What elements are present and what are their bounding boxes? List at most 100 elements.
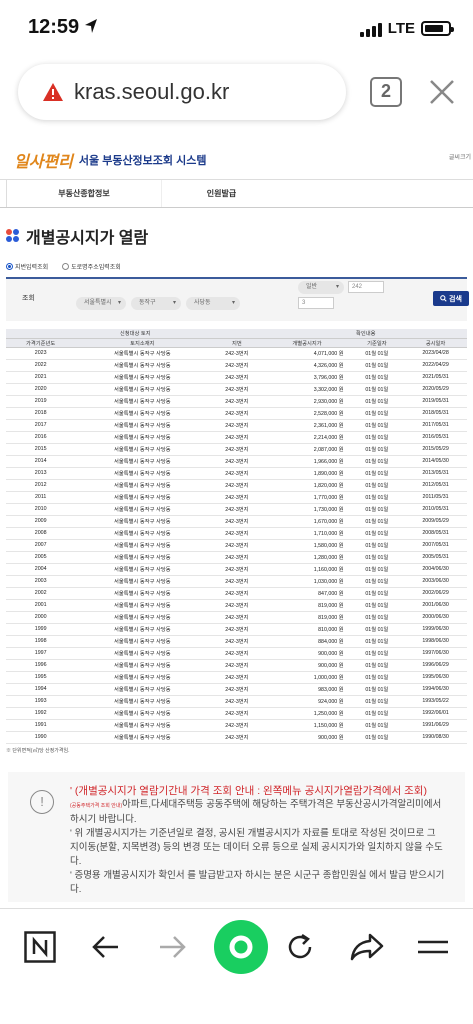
cell-jibun: 242-3번지 xyxy=(209,455,265,468)
group-header-land: 신청대상 토지 xyxy=(6,329,265,339)
district-select[interactable]: 동작구 xyxy=(131,297,181,310)
cell-jibun: 242-3번지 xyxy=(209,443,265,456)
cell-jibun: 242-3번지 xyxy=(209,623,265,636)
cell-location: 서울특별시 동작구 사당동 xyxy=(75,707,210,720)
search-button[interactable]: 검색 xyxy=(433,291,469,306)
cell-year: 2018 xyxy=(6,407,76,420)
cell-notice-date: 1990/08/30 xyxy=(404,731,467,744)
cell-year: 2009 xyxy=(6,515,76,528)
cell-year: 2015 xyxy=(6,443,76,456)
cell-base-date: 01월 01일 xyxy=(349,551,405,564)
cell-jibun: 242-3번지 xyxy=(209,587,265,600)
search-icon xyxy=(440,295,447,302)
cell-location: 서울특별시 동작구 사당동 xyxy=(75,659,210,672)
table-row: 2019 서울특별시 동작구 사당동 242-3번지 2,930,000 원 01월 0… xyxy=(6,395,467,408)
cell-year: 2010 xyxy=(6,503,76,516)
notice-line: (공동주택가격 조회 안내)아파트,다세대주택등 공동주택에 해당하는 주택가격… xyxy=(70,798,442,810)
address-bar[interactable]: kras.seoul.go.kr xyxy=(18,64,346,120)
cell-price: 884,000 원 xyxy=(264,635,350,648)
tab-count-button[interactable]: 2 xyxy=(370,77,402,107)
cell-year: 2011 xyxy=(6,491,76,504)
table-row: 2002 서울특별시 동작구 사당동 242-3번지 847,000 원 01월 01일… xyxy=(6,587,467,600)
cell-notice-date: 2012/05/31 xyxy=(404,479,467,492)
table-row: 2022 서울특별시 동작구 사당동 242-3번지 4,326,000 원 01월 0… xyxy=(6,359,467,372)
cell-year: 2023 xyxy=(6,347,76,360)
cell-location: 서울특별시 동작구 사당동 xyxy=(75,623,210,636)
green-dot-icon[interactable] xyxy=(213,919,269,975)
table-row: 1994 서울특별시 동작구 사당동 242-3번지 983,000 원 01월 01일… xyxy=(6,683,467,696)
cell-jibun: 242-3번지 xyxy=(209,707,265,720)
font-size-link[interactable]: 글씨크기 xyxy=(449,152,471,161)
nav-document-issue[interactable]: 인원발급 xyxy=(161,180,281,207)
cell-jibun: 242-3번지 xyxy=(209,383,265,396)
cell-price: 1,966,000 원 xyxy=(264,455,350,468)
bun-input[interactable]: 242 xyxy=(348,281,384,293)
menu-icon[interactable] xyxy=(416,931,450,963)
cell-base-date: 01월 01일 xyxy=(349,479,405,492)
cell-jibun: 242-3번지 xyxy=(209,527,265,540)
land-type-select[interactable]: 일반 xyxy=(298,281,344,294)
table-row: 2010 서울특별시 동작구 사당동 242-3번지 1,730,000 원 01월 0… xyxy=(6,503,467,516)
location-arrow-icon xyxy=(85,19,97,33)
cell-jibun: 242-3번지 xyxy=(209,719,265,732)
table-row: 2004 서울특별시 동작구 사당동 242-3번지 1,160,000 원 01월 0… xyxy=(6,563,467,576)
cell-year: 1999 xyxy=(6,623,76,636)
cell-location: 서울특별시 동작구 사당동 xyxy=(75,551,210,564)
cell-base-date: 01월 01일 xyxy=(349,383,405,396)
naver-home-icon[interactable] xyxy=(24,931,56,963)
cell-price: 847,000 원 xyxy=(264,587,350,600)
table-row: 2008 서울특별시 동작구 사당동 242-3번지 1,710,000 원 01월 0… xyxy=(6,527,467,540)
cell-base-date: 01월 01일 xyxy=(349,623,405,636)
ji-input[interactable]: 3 xyxy=(298,297,334,309)
dong-select[interactable]: 사당동 xyxy=(186,297,240,310)
notice-line: ' 위 개별공시지가는 기준년일로 결정, 공시된 개별공시지가 자료를 토대로… xyxy=(70,827,436,839)
table-row: 2021 서울특별시 동작구 사당동 242-3번지 3,796,000 원 01월 0… xyxy=(6,371,467,384)
cell-year: 2021 xyxy=(6,371,76,384)
cell-price: 2,528,000 원 xyxy=(264,407,350,420)
cell-base-date: 01월 01일 xyxy=(349,527,405,540)
city-select[interactable]: 서울특별시 xyxy=(76,297,126,310)
table-row: 2014 서울특별시 동작구 사당동 242-3번지 1,966,000 원 01월 0… xyxy=(6,455,467,468)
site-logo[interactable]: 일사편리 xyxy=(14,148,73,172)
forward-arrow-icon[interactable] xyxy=(156,931,188,963)
cell-year: 2005 xyxy=(6,551,76,564)
search-panel: 조회 서울특별시 동작구 사당동 일반 242 3 검색 xyxy=(6,277,469,321)
back-arrow-icon[interactable] xyxy=(90,931,122,963)
cell-price: 1,820,000 원 xyxy=(264,479,350,492)
cell-location: 서울특별시 동작구 사당동 xyxy=(75,455,210,468)
cell-location: 서울특별시 동작구 사당동 xyxy=(75,359,210,372)
cell-base-date: 01월 01일 xyxy=(349,503,405,516)
cell-location: 서울특별시 동작구 사당동 xyxy=(75,383,210,396)
radio-jibun[interactable]: 지번입력조회 xyxy=(6,262,48,271)
cell-location: 서울특별시 동작구 사당동 xyxy=(75,599,210,612)
cell-notice-date: 1991/06/29 xyxy=(404,719,467,732)
share-icon[interactable] xyxy=(350,931,384,963)
nav-real-estate-info[interactable]: 부동산종합정보 xyxy=(6,180,161,207)
cell-base-date: 01월 01일 xyxy=(349,467,405,480)
cell-location: 서울특별시 동작구 사당동 xyxy=(75,695,210,708)
cell-year: 2022 xyxy=(6,359,76,372)
cell-notice-date: 2023/04/28 xyxy=(404,347,467,360)
cell-location: 서울특별시 동작구 사당동 xyxy=(75,683,210,696)
info-icon: ! xyxy=(30,789,54,814)
group-header-result: 확인내용 xyxy=(264,329,467,339)
cell-jibun: 242-3번지 xyxy=(209,347,265,360)
cell-notice-date: 2008/05/31 xyxy=(404,527,467,540)
cell-notice-date: 2018/05/31 xyxy=(404,407,467,420)
close-icon[interactable] xyxy=(428,78,456,106)
radio-road-address[interactable]: 도로명주소입력조회 xyxy=(62,262,121,271)
table-row: 2000 서울특별시 동작구 사당동 242-3번지 819,000 원 01월 01일… xyxy=(6,611,467,624)
cell-base-date: 01월 01일 xyxy=(349,599,405,612)
table-row: 1999 서울특별시 동작구 사당동 242-3번지 810,000 원 01월 01일… xyxy=(6,623,467,636)
unit-note: ※ 단위면적(㎡)당 산정가격임. xyxy=(6,747,70,754)
cell-base-date: 01월 01일 xyxy=(349,491,405,504)
cell-year: 2002 xyxy=(6,587,76,600)
browser-bottom-bar xyxy=(0,908,473,1024)
refresh-icon[interactable] xyxy=(284,931,316,963)
cell-location: 서울특별시 동작구 사당동 xyxy=(75,527,210,540)
cell-year: 1995 xyxy=(6,671,76,684)
cell-base-date: 01월 01일 xyxy=(349,443,405,456)
battery-icon xyxy=(421,21,454,36)
cell-base-date: 01월 01일 xyxy=(349,539,405,552)
page-title: 개별공시지가 열람 xyxy=(26,230,149,247)
